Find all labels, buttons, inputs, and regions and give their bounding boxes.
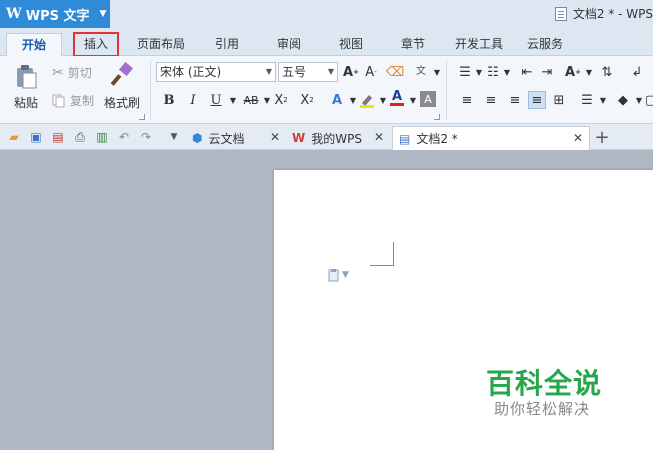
align-center-icon[interactable]: ≡: [482, 91, 500, 109]
app-name: WPS 文字: [25, 8, 90, 24]
paste-options-button[interactable]: ▼: [328, 268, 349, 282]
window-title-text: 文档2 * - WPS: [572, 7, 653, 21]
close-icon[interactable]: ✕: [270, 130, 280, 144]
align-right-icon[interactable]: ≡: [506, 91, 524, 109]
divider: [446, 60, 447, 120]
subscript-icon[interactable]: X2: [298, 91, 316, 109]
margin-corner-mark: [370, 242, 394, 266]
save-icon[interactable]: ▣: [28, 129, 44, 145]
open-folder-icon[interactable]: ▰: [6, 129, 22, 145]
paste-label: 粘贴: [13, 96, 38, 110]
shrink-font-icon[interactable]: A-: [362, 63, 380, 81]
tab-chapter[interactable]: 章节: [392, 33, 434, 56]
chevron-down-icon[interactable]: ▼: [498, 63, 516, 81]
bold-icon[interactable]: B: [160, 91, 178, 109]
copy-icon: [52, 94, 65, 107]
chevron-down-icon[interactable]: ▼: [166, 129, 182, 145]
format-painter-icon: [110, 62, 134, 86]
undo-icon[interactable]: ↶: [116, 129, 132, 145]
redo-icon[interactable]: ↷: [138, 129, 154, 145]
new-tab-icon[interactable]: +: [594, 127, 610, 148]
app-menu-button[interactable]: W WPS 文字 ▼: [0, 0, 110, 28]
distributed-icon[interactable]: ⊞: [550, 91, 568, 109]
justify-icon[interactable]: ≡: [528, 91, 546, 109]
clear-format-icon[interactable]: ⌫: [386, 63, 404, 81]
divider: [150, 60, 151, 120]
close-icon[interactable]: ✕: [374, 130, 384, 144]
ribbon-home: 粘贴 ✂ 剪切 复制 格式刷 宋体 (正文) ▼ 五号 ▼ A + A- ⌫ 文 …: [0, 56, 653, 124]
cut-button[interactable]: ✂ 剪切: [52, 64, 92, 81]
superscript-icon[interactable]: X2: [272, 91, 290, 109]
chevron-down-icon: ▼: [99, 9, 107, 19]
copy-label: 复制: [70, 94, 95, 108]
tab-page-layout[interactable]: 页面布局: [132, 33, 190, 56]
doc-tab-cloud[interactable]: ⬢ 云文档 ✕: [186, 126, 286, 150]
document-workspace: ▼ 百科全说 助你轻松解决: [0, 150, 653, 450]
cloud-doc-icon: ⬢: [192, 131, 203, 145]
title-bar: W WPS 文字 ▼ 文档2 * - WPS: [0, 0, 653, 30]
tab-references[interactable]: 引用: [206, 33, 248, 56]
copy-button[interactable]: 复制: [52, 92, 94, 109]
document-icon: ▤: [399, 131, 411, 146]
underline-icon[interactable]: U: [207, 91, 225, 109]
increase-indent-icon[interactable]: ⇥: [538, 63, 556, 81]
document-icon: [554, 6, 567, 21]
chevron-down-icon: ▼: [342, 270, 349, 280]
doc-tab-label: 云文档: [208, 131, 245, 146]
watermark-subtitle: 助你轻松解决: [494, 400, 591, 418]
clipboard-dialog-launcher[interactable]: [139, 114, 145, 120]
chevron-down-icon: ▼: [265, 67, 272, 76]
sort-icon[interactable]: ⇅: [598, 63, 616, 81]
chevron-down-icon: ▼: [327, 67, 334, 76]
wps-logo-icon: W: [6, 6, 22, 22]
tab-developer[interactable]: 开发工具: [450, 33, 508, 56]
italic-icon[interactable]: I: [184, 91, 202, 109]
font-size-value: 五号: [282, 65, 307, 79]
print-icon[interactable]: ⎙: [72, 129, 88, 145]
watermark-title: 百科全说: [486, 367, 603, 400]
doc-tab-label: 文档2 *: [416, 132, 458, 146]
font-size-select[interactable]: 五号 ▼: [278, 62, 338, 82]
paste-button[interactable]: 粘贴: [8, 62, 44, 111]
align-left-icon[interactable]: ≡: [458, 91, 476, 109]
tab-home[interactable]: 开始: [6, 33, 62, 56]
grow-font-icon[interactable]: A +: [342, 63, 360, 81]
show-marks-icon[interactable]: ↲: [628, 63, 646, 81]
tab-insert[interactable]: 插入: [73, 32, 119, 57]
wps-logo-icon: W: [292, 131, 306, 145]
document-page[interactable]: ▼ 百科全说 助你轻松解决: [274, 170, 653, 450]
font-name-value: 宋体 (正文): [160, 65, 222, 79]
borders-icon[interactable]: ▢: [642, 91, 653, 109]
close-icon[interactable]: ✕: [573, 131, 583, 145]
font-dialog-launcher[interactable]: [434, 114, 440, 120]
paste-icon: [17, 65, 37, 89]
format-painter-button[interactable]: 格式刷: [102, 62, 142, 111]
tab-view[interactable]: 视图: [330, 33, 372, 56]
scissors-icon: ✂: [52, 64, 64, 81]
ribbon-tab-bar: 开始 插入 页面布局 引用 审阅 视图 章节 开发工具 云服务: [0, 30, 653, 57]
doc-tab-mywps[interactable]: W 我的WPS ✕: [286, 126, 390, 150]
tab-review[interactable]: 审阅: [268, 33, 310, 56]
font-name-select[interactable]: 宋体 (正文) ▼: [156, 62, 276, 82]
export-pdf-icon[interactable]: ▤: [50, 129, 66, 145]
quick-access-toolbar: ▰ ▣ ▤ ⎙ ▥ ↶ ↷ ▼ ⬢ 云文档 ✕ W 我的WPS ✕ ▤ 文档2 …: [0, 124, 653, 150]
chevron-down-icon[interactable]: ▼: [428, 63, 446, 81]
doc-tab-document2[interactable]: ▤ 文档2 * ✕: [392, 126, 590, 150]
format-painter-label: 格式刷: [103, 96, 140, 110]
char-shading-icon[interactable]: A: [420, 91, 436, 107]
decrease-indent-icon[interactable]: ⇤: [518, 63, 536, 81]
chevron-down-icon[interactable]: ▼: [580, 63, 598, 81]
doc-tab-label: 我的WPS: [311, 131, 362, 146]
chevron-down-icon[interactable]: ▼: [594, 91, 612, 109]
cut-label: 剪切: [67, 66, 92, 80]
tab-cloud-service[interactable]: 云服务: [520, 33, 570, 56]
print-preview-icon[interactable]: ▥: [94, 129, 110, 145]
window-title: 文档2 * - WPS: [554, 5, 653, 22]
paste-options-icon: [328, 269, 339, 282]
chevron-down-icon[interactable]: ▼: [224, 91, 242, 109]
